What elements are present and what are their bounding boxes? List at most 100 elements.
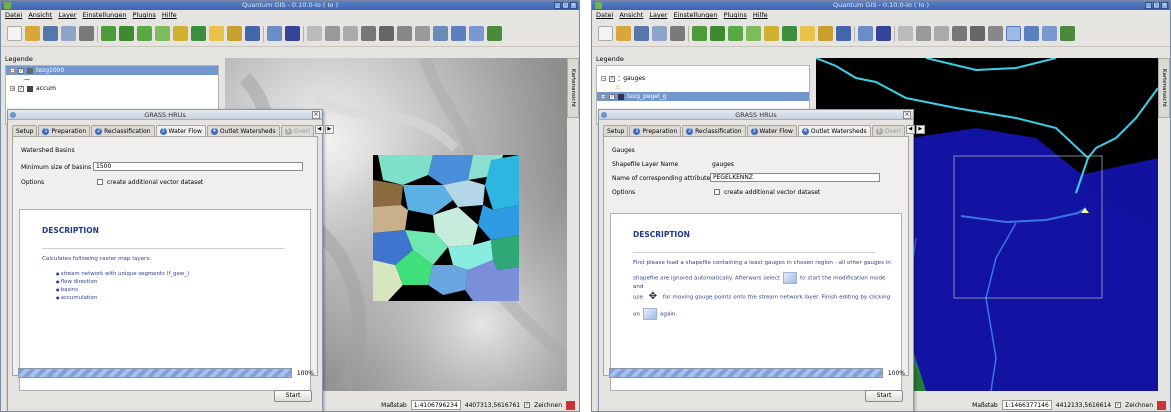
add-raster-layer-icon[interactable]: [710, 26, 725, 41]
new-project-icon[interactable]: [7, 26, 22, 41]
grass-tools-icon[interactable]: [836, 26, 851, 41]
add-vector-layer-icon[interactable]: [692, 26, 707, 41]
plugin-icon[interactable]: [1060, 26, 1075, 41]
grass-icon[interactable]: [227, 26, 242, 41]
add-wms-layer-icon[interactable]: [155, 26, 170, 41]
add-layer-icon[interactable]: [764, 26, 779, 41]
capture-point-icon[interactable]: [307, 26, 322, 41]
menu-einstellungen[interactable]: Einstellungen: [673, 10, 717, 20]
add-raster-layer-icon[interactable]: [119, 26, 134, 41]
new-vector-icon[interactable]: [209, 26, 224, 41]
menu-plugins[interactable]: Plugins: [133, 10, 156, 20]
add-vector-layer-icon[interactable]: [101, 26, 116, 41]
map-tips-icon[interactable]: [469, 26, 484, 41]
legend-item-gauges[interactable]: − ✓ ⁚ gauges: [597, 74, 809, 83]
close-icon[interactable]: ×: [312, 111, 320, 119]
expand-icon[interactable]: +: [10, 86, 15, 92]
identify-icon[interactable]: [1006, 26, 1021, 41]
remove-layer-icon[interactable]: [191, 26, 206, 41]
tab-preparation[interactable]: 1 Preparation: [629, 125, 682, 136]
expand-icon[interactable]: +: [601, 94, 606, 100]
print-icon[interactable]: [79, 26, 94, 41]
maximize-icon[interactable]: □: [562, 2, 569, 9]
close-icon[interactable]: ×: [1161, 2, 1168, 9]
add-postgis-layer-icon[interactable]: [137, 26, 152, 41]
remove-layer-icon[interactable]: [782, 26, 797, 41]
add-wms-layer-icon[interactable]: [746, 26, 761, 41]
save-as-icon[interactable]: [61, 26, 76, 41]
menu-layer[interactable]: Layer: [58, 10, 76, 20]
open-project-icon[interactable]: [616, 26, 631, 41]
new-vector-icon[interactable]: [800, 26, 815, 41]
save-project-icon[interactable]: [43, 26, 58, 41]
measure-icon[interactable]: [1024, 26, 1039, 41]
tab-overlay[interactable]: 5 Overl: [280, 125, 314, 136]
stop-render-icon[interactable]: [1157, 400, 1166, 410]
zoom-in-icon[interactable]: [988, 26, 1003, 41]
menu-hilfe[interactable]: Hilfe: [753, 10, 768, 20]
legend-item-tezg-pegel-g[interactable]: + ✓ tezg_pegel_g: [597, 92, 809, 101]
menu-ansicht[interactable]: Ansicht: [619, 10, 643, 20]
tab-scroll-left-icon[interactable]: ◀: [314, 125, 324, 134]
maximize-icon[interactable]: □: [1153, 2, 1160, 9]
minimize-icon[interactable]: _: [1145, 2, 1152, 9]
save-as-icon[interactable]: [652, 26, 667, 41]
menu-einstellungen[interactable]: Einstellungen: [82, 10, 126, 20]
move-feature-icon[interactable]: [361, 26, 376, 41]
capture-polygon-icon[interactable]: [934, 26, 949, 41]
add-layer-icon[interactable]: [173, 26, 188, 41]
grass-tools-icon[interactable]: [245, 26, 260, 41]
overview-icon[interactable]: [858, 26, 873, 41]
capture-line-icon[interactable]: [916, 26, 931, 41]
overview-side-tab[interactable]: Kartenansicht: [1158, 58, 1170, 118]
overview-icon[interactable]: [267, 26, 282, 41]
open-project-icon[interactable]: [25, 26, 40, 41]
tab-setup[interactable]: Setup: [12, 125, 38, 136]
layer-visibility-checkbox[interactable]: ✓: [609, 93, 615, 100]
minimize-icon[interactable]: _: [554, 2, 561, 9]
zoom-in-icon[interactable]: [397, 26, 412, 41]
capture-polygon-icon[interactable]: [343, 26, 358, 41]
tab-preparation[interactable]: 1 Preparation: [38, 125, 91, 136]
new-project-icon[interactable]: [598, 26, 613, 41]
measure-icon[interactable]: [451, 26, 466, 41]
tab-scroll-left-icon[interactable]: ◀: [905, 125, 915, 134]
render-checkbox[interactable]: ✓: [1115, 402, 1122, 408]
help-icon[interactable]: [285, 26, 300, 41]
tab-setup[interactable]: Setup: [603, 125, 629, 136]
attribute-input[interactable]: PEGELKENNZ: [710, 173, 880, 182]
plugin-icon[interactable]: [487, 26, 502, 41]
move-feature-icon[interactable]: [952, 26, 967, 41]
menu-ansicht[interactable]: Ansicht: [28, 10, 52, 20]
help-icon[interactable]: [876, 26, 891, 41]
layer-visibility-checkbox[interactable]: ✓: [18, 85, 24, 92]
stop-render-icon[interactable]: [566, 400, 575, 410]
menu-hilfe[interactable]: Hilfe: [162, 10, 177, 20]
grass-icon[interactable]: [818, 26, 833, 41]
overview-side-tab[interactable]: Kartenansicht: [567, 58, 579, 118]
zoom-out-icon[interactable]: [415, 26, 430, 41]
layer-visibility-checkbox[interactable]: ✓: [609, 75, 615, 82]
menu-datei[interactable]: Datei: [5, 10, 22, 20]
legend-item-tezg1000[interactable]: − ✓ tezg1000: [6, 66, 218, 75]
menu-plugins[interactable]: Plugins: [724, 10, 747, 20]
render-checkbox[interactable]: ✓: [524, 402, 531, 408]
scale-input[interactable]: 1:4106796234: [410, 400, 461, 410]
pan-icon[interactable]: [970, 26, 985, 41]
print-icon[interactable]: [670, 26, 685, 41]
close-icon[interactable]: ×: [570, 2, 577, 9]
map-tips-icon[interactable]: [1042, 26, 1057, 41]
min-size-input[interactable]: 1500: [93, 162, 303, 171]
add-postgis-layer-icon[interactable]: [728, 26, 743, 41]
tab-outlet-watersheds[interactable]: 4 Outlet Watersheds: [206, 125, 280, 136]
expand-icon[interactable]: −: [601, 76, 606, 82]
identify-icon[interactable]: [433, 26, 448, 41]
capture-line-icon[interactable]: [325, 26, 340, 41]
additional-vector-checkbox[interactable]: [97, 179, 103, 185]
scale-input[interactable]: 1:1466377146: [1001, 400, 1052, 410]
legend-item-accum[interactable]: + ✓ accum: [6, 84, 218, 93]
start-button[interactable]: Start: [865, 390, 903, 402]
close-icon[interactable]: ×: [903, 111, 911, 119]
tab-water-flow[interactable]: 3 Water Flow: [746, 125, 797, 136]
menu-layer[interactable]: Layer: [649, 10, 667, 20]
